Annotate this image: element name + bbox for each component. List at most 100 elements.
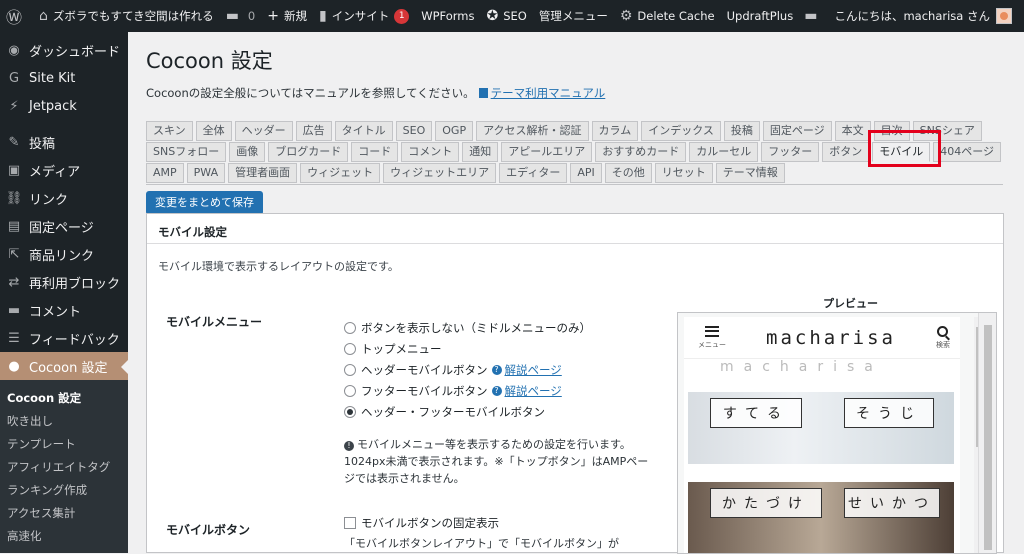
menu-icon: ⇄: [8, 274, 20, 290]
settings-tab[interactable]: 投稿: [723, 121, 760, 141]
settings-tab[interactable]: 管理者画面: [228, 163, 298, 183]
wpforms-link[interactable]: WPForms: [415, 0, 480, 32]
site-name-link[interactable]: ⌂ ズボラでもすてき空間は作れる: [33, 0, 220, 32]
submenu-item[interactable]: アフィリエイトタグ: [0, 455, 128, 478]
settings-tab[interactable]: 通知: [462, 142, 499, 162]
settings-tab[interactable]: SNSフォロー: [146, 142, 227, 162]
submenu-item[interactable]: テンプレート: [0, 432, 128, 455]
sidebar-item[interactable]: ▤ 固定ページ: [0, 212, 128, 240]
settings-tab[interactable]: 本文: [834, 121, 871, 141]
fixed-display-checkbox[interactable]: [344, 517, 356, 529]
radio-button[interactable]: [344, 321, 356, 334]
sidebar-item[interactable]: ▣ メディア: [0, 156, 128, 184]
settings-tab[interactable]: ブログカード: [268, 142, 349, 162]
preview-outer-scrollbar[interactable]: [978, 313, 996, 553]
settings-tab[interactable]: 画像: [229, 142, 266, 162]
settings-tab[interactable]: 全体: [195, 121, 232, 141]
save-all-button[interactable]: 変更をまとめて保存: [146, 191, 263, 215]
settings-tab[interactable]: PWA: [186, 163, 226, 183]
settings-tab[interactable]: コメント: [401, 142, 460, 162]
mobile-menu-radio-option[interactable]: ヘッダーモバイルボタン? 解説ページ: [344, 359, 591, 380]
panel-description: モバイル環境で表示するレイアウトの設定です。: [158, 260, 399, 273]
cache-icon: ⚙: [619, 8, 633, 24]
sidebar-item-label: 商品リンク: [29, 248, 95, 264]
seo-link[interactable]: ✪ SEO: [480, 0, 532, 32]
settings-tab[interactable]: その他: [604, 163, 652, 183]
settings-tab[interactable]: リセット: [654, 163, 713, 183]
mobile-menu-note: ! モバイルメニュー等を表示するための設定を行います。1024px未満で表示されま…: [344, 436, 649, 487]
sidebar-item[interactable]: ⚡ Jetpack: [0, 92, 128, 120]
sidebar-item[interactable]: ⇄ 再利用ブロック: [0, 268, 128, 296]
fixed-display-option[interactable]: モバイルボタンの固定表示: [344, 515, 499, 531]
submenu-item[interactable]: 高速化: [0, 524, 128, 547]
settings-tab[interactable]: 固定ページ: [762, 121, 832, 141]
mobile-menu-radio-option[interactable]: トップメニュー: [344, 338, 591, 359]
sidebar-item[interactable]: ⛓ リンク: [0, 184, 128, 212]
settings-tab[interactable]: 広告: [295, 121, 332, 141]
explanation-link[interactable]: 解説ページ: [505, 362, 562, 378]
settings-tab[interactable]: OGP: [435, 121, 474, 141]
submenu-item[interactable]: Cocoon 設定: [0, 386, 128, 409]
wpforms-label: WPForms: [421, 9, 475, 23]
intro-text: Cocoonの設定全般についてはマニュアルを参照してください。 テーマ利用マニュ…: [146, 85, 1024, 101]
explanation-link[interactable]: 解説ページ: [505, 383, 562, 399]
radio-button[interactable]: [344, 405, 356, 418]
settings-tab[interactable]: API: [570, 163, 602, 183]
settings-tab[interactable]: ヘッダー: [234, 121, 293, 141]
radio-button[interactable]: [344, 342, 356, 355]
settings-tab[interactable]: フッター: [761, 142, 820, 162]
settings-tab[interactable]: スキン: [146, 121, 193, 141]
new-content-link[interactable]: + 新規: [261, 0, 313, 32]
book-icon: [478, 88, 488, 98]
settings-tab[interactable]: テーマ情報: [715, 163, 785, 183]
settings-tab[interactable]: ウィジェットエリア: [383, 163, 497, 183]
mobile-menu-radio-option[interactable]: ヘッダー・フッターモバイルボタン: [344, 401, 591, 422]
admin-bar: Ⓦ ⌂ ズボラでもすてき空間は作れる ▬ 0 + 新規 ▮ インサイト 1 WPForms…: [0, 0, 1024, 32]
comments-link[interactable]: ▬ 0: [220, 0, 262, 32]
settings-tab[interactable]: エディター: [499, 163, 568, 183]
preview-menu-button: メニュー: [698, 325, 726, 350]
submenu-item[interactable]: アクセス集計: [0, 501, 128, 524]
settings-tab[interactable]: カラム: [591, 121, 639, 141]
greeting-text: こんにちは、macharisa さん: [834, 9, 990, 23]
sidebar-item[interactable]: ⇱ 商品リンク: [0, 240, 128, 268]
mobile-menu-radio-option[interactable]: ボタンを表示しない（ミドルメニューのみ）: [344, 317, 591, 338]
settings-tab[interactable]: AMP: [146, 163, 184, 183]
sidebar-item[interactable]: ▬ コメント: [0, 296, 128, 324]
sidebar-item[interactable]: G Site Kit: [0, 64, 128, 92]
settings-tab[interactable]: タイトル: [334, 121, 393, 141]
sidebar-item[interactable]: ☰ フィードバック: [0, 324, 128, 352]
mobile-menu-radio-option[interactable]: フッターモバイルボタン? 解説ページ: [344, 380, 591, 401]
delete-cache-link[interactable]: ⚙ Delete Cache: [614, 0, 721, 32]
settings-tab[interactable]: カルーセル: [689, 142, 759, 162]
wordpress-logo-button[interactable]: Ⓦ: [0, 0, 33, 32]
settings-tab[interactable]: ボタン: [822, 142, 870, 162]
scrollbar-thumb[interactable]: [984, 325, 992, 550]
sidebar-item[interactable]: ✎ 投稿: [0, 128, 128, 156]
settings-tab[interactable]: コード: [351, 142, 399, 162]
settings-tab[interactable]: アピールエリア: [501, 142, 593, 162]
settings-tab[interactable]: インデックス: [641, 121, 721, 141]
admin-sidebar: ◉ ダッシュボード G Site Kit ⚡ Jetpack ✎ 投稿 ▣ メディア ⛓ リンク ▤ 固定…: [0, 32, 128, 553]
sidebar-item[interactable]: ◉ ダッシュボード: [0, 36, 128, 64]
settings-tab[interactable]: おすすめカード: [595, 142, 687, 162]
settings-tab[interactable]: SEO: [395, 121, 433, 141]
admin-menu-link[interactable]: 管理メニュー: [533, 0, 614, 32]
submenu-item[interactable]: ランキング作成: [0, 478, 128, 501]
settings-tab[interactable]: アクセス解析・認証: [476, 121, 589, 141]
menu-icon: G: [8, 70, 20, 86]
radio-button[interactable]: [344, 363, 356, 376]
mobile-button-label: モバイルボタン: [166, 523, 251, 537]
settings-tab[interactable]: 404ページ: [933, 142, 1001, 162]
updraftplus-link[interactable]: UpdraftPlus: [721, 0, 800, 32]
seo-icon: ✪: [486, 8, 499, 24]
my-account-link[interactable]: こんにちは、macharisa さん: [828, 0, 1018, 32]
radio-button[interactable]: [344, 384, 356, 397]
notification-button[interactable]: ▬: [798, 0, 828, 32]
manual-link[interactable]: テーマ利用マニュアル: [491, 85, 606, 101]
settings-tab[interactable]: ウィジェット: [300, 163, 381, 183]
submenu-item[interactable]: 吹き出し: [0, 409, 128, 432]
insight-link[interactable]: ▮ インサイト 1: [313, 0, 415, 32]
sidebar-item-cocoon-settings[interactable]: ● Cocoon 設定: [0, 352, 128, 380]
main-content: Cocoon 設定 Cocoonの設定全般についてはマニュアルを参照してください…: [128, 32, 1024, 554]
